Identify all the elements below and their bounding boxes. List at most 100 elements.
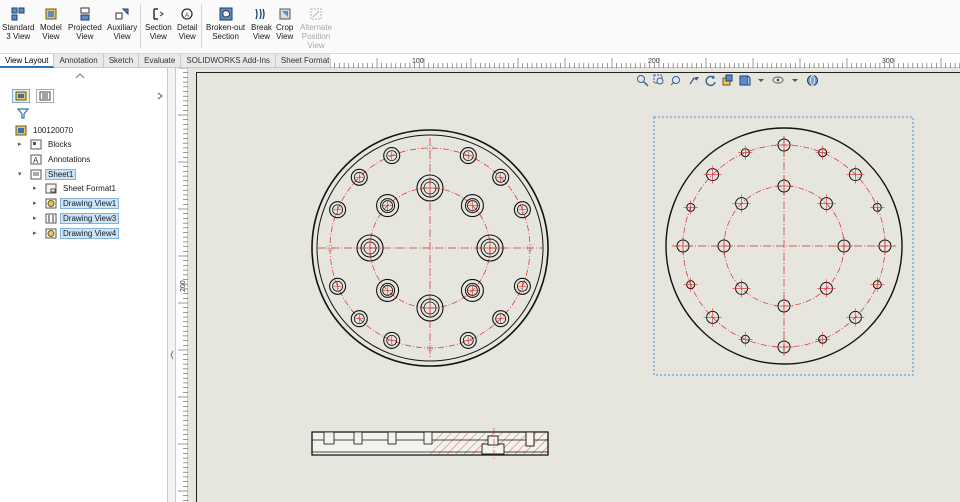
detail-view-icon: A — [181, 8, 193, 20]
ruler-label-200-vertical: 200 — [180, 280, 187, 292]
auxiliary-view-icon — [115, 8, 129, 20]
break-view-icon — [255, 8, 266, 20]
counterbore-slot — [353, 431, 363, 445]
feature-manager-tab[interactable] — [12, 89, 30, 103]
ribbon-separator — [140, 4, 141, 48]
section-view-label-1: Section — [145, 23, 172, 32]
drawing-document-icon — [15, 125, 27, 135]
counterbore-slot — [423, 431, 433, 445]
tree-item-label: Drawing View4 — [60, 227, 120, 239]
alternate-position-view-label-1: Alternate — [300, 23, 333, 32]
tab-annotation[interactable]: Annotation — [54, 54, 104, 68]
ruler-label-200: 200 — [648, 58, 660, 65]
left-ruler-ticks: 200 — [178, 68, 188, 501]
broken-out-section-label-1: Broken-out — [206, 23, 246, 32]
drawing-sheet — [311, 116, 914, 459]
feature-manager-pane: 100120070 ▸ Blocks A Annotations ▾ Sheet… — [0, 68, 168, 502]
auxiliary-view-label-1: Auxiliary — [107, 23, 138, 32]
svg-text:A: A — [185, 13, 189, 19]
chevron-right-icon[interactable] — [156, 91, 164, 101]
splitter-grip-icon[interactable] — [169, 348, 175, 362]
crop-view-icon — [279, 8, 291, 20]
alternate-position-view-label-2: Position — [301, 32, 331, 41]
crop-view-button[interactable]: Crop View — [276, 7, 293, 41]
detail-view-label-1: Detail — [177, 23, 198, 32]
tree-root-label: 100120070 — [33, 125, 74, 135]
tree-item-blocks[interactable]: ▸ Blocks — [18, 138, 75, 150]
break-view-label-2: View — [252, 32, 271, 41]
section-slot — [525, 431, 535, 447]
drawing-view1[interactable] — [311, 129, 549, 367]
tab-sheet-format[interactable]: Sheet Format — [276, 54, 336, 68]
drawing-view-icon — [45, 198, 57, 208]
drawing-view-icon — [45, 228, 57, 238]
property-manager-tab[interactable] — [36, 89, 54, 103]
break-view-button[interactable]: Break View — [251, 7, 272, 41]
feature-tree-icon — [15, 91, 27, 101]
top-ruler: 100 200 300 — [330, 54, 960, 68]
standard-3-view-button[interactable]: Standard 3 View — [2, 7, 34, 41]
tree-item-annotations[interactable]: A Annotations — [18, 153, 93, 165]
projected-view-label-2: View — [76, 32, 94, 41]
tree-item-drawing-view4[interactable]: ▸ Drawing View4 — [33, 227, 120, 239]
tree-item-drawing-view1[interactable]: ▸ Drawing View1 — [33, 197, 120, 209]
auxiliary-view-label-2: View — [113, 32, 131, 41]
annotations-icon: A — [30, 154, 42, 165]
section-hole — [487, 435, 499, 446]
section-view-icon — [153, 8, 165, 20]
pane-collapse-handle[interactable] — [70, 72, 90, 80]
expand-arrow-icon[interactable]: ▸ — [33, 229, 41, 237]
tree-item-label: Sheet Format1 — [63, 183, 116, 193]
sheet-icon — [30, 169, 42, 179]
ruler-label-300: 300 — [882, 58, 894, 65]
tree-item-label: Annotations — [48, 154, 91, 164]
tree-item-label: Drawing View3 — [60, 212, 120, 224]
filter-icon[interactable] — [17, 108, 29, 119]
alternate-position-view-icon — [310, 8, 322, 20]
tab-evaluate[interactable]: Evaluate — [139, 54, 182, 68]
expand-arrow-icon[interactable]: ▸ — [18, 140, 26, 148]
standard-3-view-label-2: 3 View — [6, 32, 31, 41]
tab-solidworks-add-ins[interactable]: SOLIDWORKS Add-Ins — [181, 54, 276, 68]
alternate-position-view-label-3: View — [307, 41, 325, 50]
model-view-icon — [45, 8, 57, 20]
sheet-format-icon — [45, 183, 57, 193]
blocks-icon — [30, 139, 42, 149]
tree-root[interactable]: 100120070 — [15, 124, 76, 136]
model-view-label-2: View — [42, 32, 60, 41]
property-list-icon — [39, 91, 51, 101]
alternate-position-view-button[interactable]: Alternate Position View — [300, 7, 332, 50]
tree-item-drawing-view3[interactable]: ▸ Drawing View3 — [33, 212, 120, 224]
tree-item-sheet-format1[interactable]: ▸ Sheet Format1 — [33, 182, 119, 194]
crop-view-label-2: View — [276, 32, 294, 41]
expand-arrow-icon[interactable]: ▸ — [33, 199, 41, 207]
tree-item-label: Sheet1 — [45, 168, 77, 180]
drawing-view-icon — [45, 213, 57, 223]
drawing-view4[interactable] — [665, 127, 903, 365]
standard-3-view-label-1: Standard — [2, 23, 35, 32]
section-pocket — [481, 443, 505, 455]
tree-item-label: Drawing View1 — [60, 197, 120, 209]
break-view-label-1: Break — [251, 23, 272, 32]
expand-arrow-icon[interactable]: ▸ — [33, 214, 41, 222]
counterbore-slot — [323, 431, 335, 445]
broken-out-section-label-2: Section — [212, 32, 239, 41]
drawing-view3[interactable] — [311, 428, 549, 459]
detail-view-button[interactable]: A Detail View — [177, 7, 197, 41]
section-view-button[interactable]: Section View — [145, 7, 172, 41]
command-manager-tabs: View Layout Annotation Sketch Evaluate S… — [0, 54, 336, 68]
projected-view-button[interactable]: Projected View — [68, 7, 102, 41]
collapse-arrow-icon[interactable]: ▾ — [18, 170, 26, 178]
model-view-button[interactable]: Model View — [40, 7, 62, 41]
broken-out-section-button[interactable]: Broken-out Section — [206, 7, 245, 41]
tab-sketch[interactable]: Sketch — [104, 54, 140, 68]
auxiliary-view-button[interactable]: Auxiliary View — [107, 7, 137, 41]
crop-view-label-1: Crop — [276, 23, 294, 32]
counterbore-slot — [387, 431, 397, 445]
drawing-graphics-area[interactable] — [188, 68, 960, 502]
projected-view-icon — [80, 7, 90, 21]
tree-item-sheet1[interactable]: ▾ Sheet1 — [18, 168, 77, 180]
pane-splitter[interactable] — [168, 68, 176, 502]
expand-arrow-icon[interactable]: ▸ — [33, 184, 41, 192]
tab-view-layout[interactable]: View Layout — [0, 54, 55, 68]
